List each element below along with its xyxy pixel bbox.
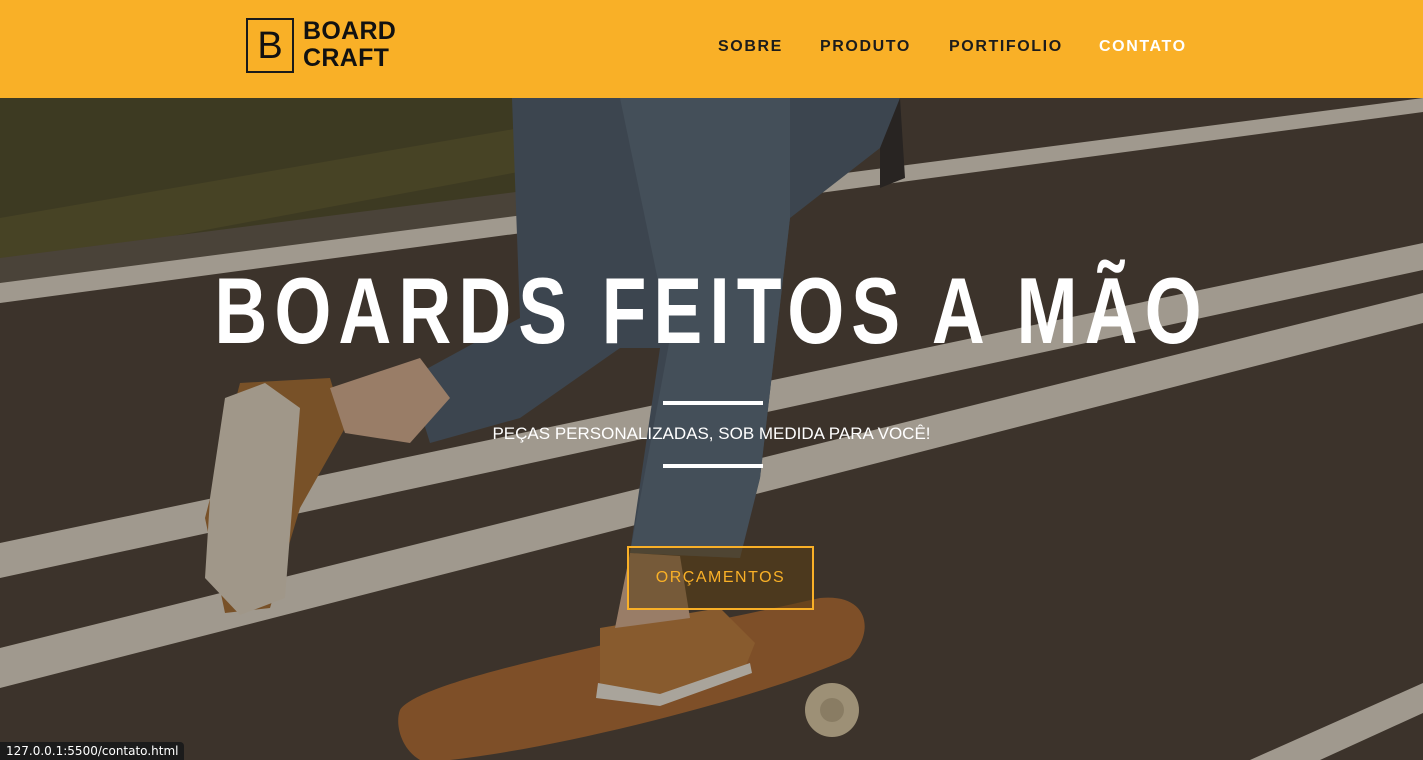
hero-section: BOARDS FEITOS A MÃO PEÇAS PERSONALIZADAS… [0, 98, 1423, 760]
main-nav: SOBRE PRODUTO PORTIFOLIO CONTATO [0, 38, 1423, 58]
browser-status-bar: 127.0.0.1:5500/contato.html [0, 742, 185, 760]
title-divider-top [663, 401, 763, 405]
hero-title: BOARDS FEITOS A MÃO [214, 258, 1209, 363]
title-divider-bottom [663, 464, 763, 468]
nav-link-contato[interactable]: CONTATO [1099, 38, 1187, 56]
hero-subtitle: PEÇAS PERSONALIZADAS, SOB MEDIDA PARA VO… [492, 424, 931, 443]
nav-link-portifolio[interactable]: PORTIFOLIO [949, 38, 1063, 56]
nav-link-sobre[interactable]: SOBRE [718, 38, 783, 56]
orcamentos-button[interactable]: ORÇAMENTOS [627, 546, 814, 610]
site-header: B BOARD CRAFT SOBRE PRODUTO PORTIFOLIO C… [0, 0, 1423, 98]
nav-link-produto[interactable]: PRODUTO [820, 38, 911, 56]
